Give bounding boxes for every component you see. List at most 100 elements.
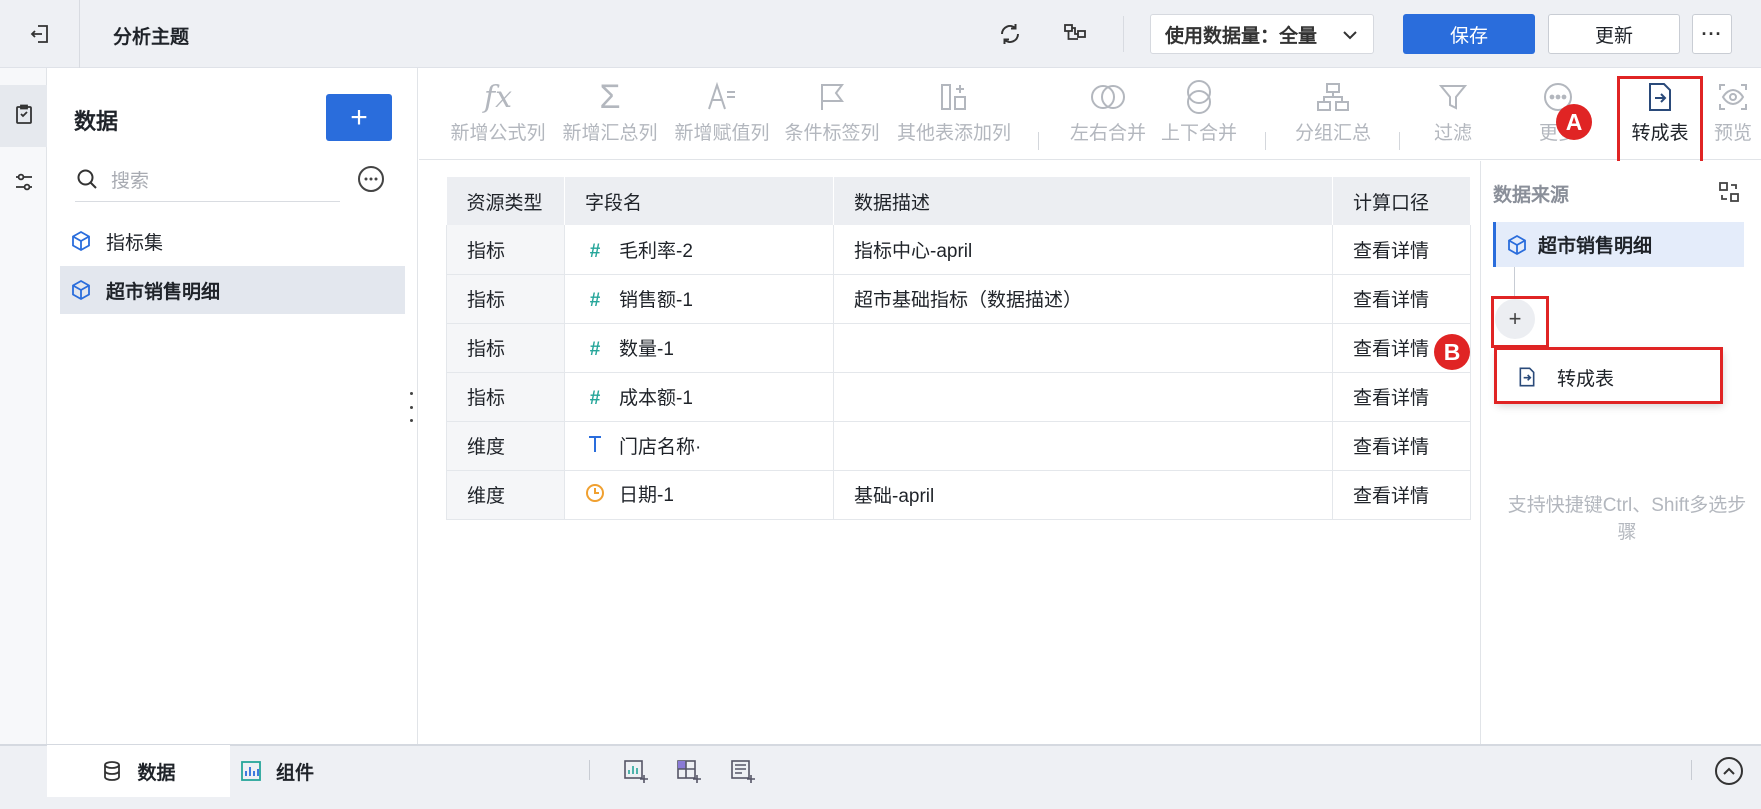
- step-connector: [1514, 267, 1515, 297]
- annotation-badge-a: A: [1556, 104, 1592, 140]
- tool-add-summary-column[interactable]: Σ 新增汇总列: [555, 76, 665, 156]
- table-row: 维度 日期-1 基础-april 查看详情: [446, 470, 1471, 520]
- view-detail-link[interactable]: 查看详情: [1332, 421, 1471, 471]
- data-usage-select[interactable]: 使用数据量：全量: [1150, 14, 1374, 54]
- add-data-button[interactable]: +: [326, 94, 392, 141]
- cube-icon: [70, 279, 92, 301]
- layout-toggle-icon[interactable]: [1714, 177, 1744, 207]
- source-step-label: 超市销售明细: [1538, 236, 1653, 257]
- tool-filter[interactable]: 过滤: [1423, 76, 1483, 156]
- field-name: 门店名称·: [619, 436, 702, 458]
- merge-vertical-icon: [1184, 76, 1214, 118]
- view-detail-link[interactable]: 查看详情: [1332, 372, 1471, 422]
- table-row: 指标 # 销售额-1 超市基础指标（数据描述） 查看详情: [446, 274, 1471, 324]
- tool-preview[interactable]: 预览: [1705, 76, 1761, 156]
- tool-label: 分组汇总: [1294, 123, 1371, 144]
- view-detail-link[interactable]: 查看详情: [1332, 225, 1471, 275]
- field-name-cell: # 销售额-1: [564, 274, 834, 324]
- description-cell: [833, 372, 1333, 422]
- tool-label: 新增汇总列: [562, 123, 658, 144]
- chart-icon: [240, 760, 262, 782]
- sigma-icon: Σ: [599, 77, 621, 116]
- tool-add-column-from-table[interactable]: 其他表添加列: [891, 76, 1017, 156]
- lineage-icon[interactable]: [1058, 17, 1092, 51]
- field-name-cell: 日期-1: [564, 470, 834, 520]
- resource-type-cell: 维度: [446, 470, 565, 520]
- number-icon: #: [589, 240, 601, 262]
- search-icon: [75, 167, 99, 196]
- formula-icon: fx: [483, 79, 513, 115]
- annotation-box-add: [1491, 296, 1549, 348]
- refresh-icon[interactable]: [993, 17, 1027, 51]
- toolbar-divider: [1265, 132, 1266, 150]
- annotation-box-menu: [1494, 347, 1723, 404]
- tree-item-supermarket-sales[interactable]: 超市销售明细: [60, 266, 405, 314]
- view-detail-link[interactable]: 查看详情: [1332, 274, 1471, 324]
- preview-icon: [1717, 76, 1749, 118]
- resource-type-cell: 指标: [446, 372, 565, 422]
- resource-type-cell: 指标: [446, 225, 565, 275]
- toolbar-divider: [1038, 132, 1039, 150]
- tool-add-assign-column[interactable]: 新增赋值列: [667, 76, 777, 156]
- tab-component[interactable]: 组件: [240, 745, 314, 797]
- tool-label: 上下合并: [1160, 123, 1237, 144]
- tool-label: 过滤: [1433, 123, 1472, 144]
- field-name: 毛利率-2: [619, 240, 693, 262]
- back-icon[interactable]: [22, 20, 58, 48]
- tool-label: 新增赋值列: [674, 123, 770, 144]
- resource-type-cell: 指标: [446, 323, 565, 373]
- tool-merge-horizontal[interactable]: 左右合并: [1058, 76, 1158, 156]
- table-header-row: 资源类型 字段名 数据描述 计算口径: [446, 177, 1471, 225]
- field-name: 数量-1: [619, 339, 674, 360]
- panel-resize-handle[interactable]: [406, 392, 416, 422]
- tool-add-formula-column[interactable]: fx 新增公式列: [443, 76, 553, 156]
- ellipsis-icon: ···: [1701, 23, 1723, 44]
- search-input[interactable]: [111, 170, 311, 193]
- description-cell: [833, 421, 1333, 471]
- update-button[interactable]: 更新: [1548, 14, 1680, 54]
- number-icon: #: [589, 338, 601, 360]
- search-more-icon[interactable]: [358, 166, 384, 192]
- field-name: 销售额-1: [619, 290, 693, 311]
- divider: [1691, 760, 1692, 780]
- tab-data[interactable]: 数据: [47, 745, 230, 797]
- resource-type-cell: 指标: [446, 274, 565, 324]
- field-name: 成本额-1: [619, 388, 693, 409]
- source-step-node[interactable]: 超市销售明细: [1493, 222, 1744, 267]
- field-name-cell: # 成本额-1: [564, 372, 834, 422]
- date-icon: [585, 483, 605, 509]
- filter-icon: [1438, 76, 1468, 118]
- database-icon: [101, 760, 123, 782]
- table-row: 维度 门店名称· 查看详情: [446, 421, 1471, 471]
- page-title: 分析主题: [113, 27, 190, 48]
- resource-type-cell: 维度: [446, 421, 565, 471]
- rail-settings-button[interactable]: [0, 153, 47, 215]
- save-button[interactable]: 保存: [1403, 14, 1535, 54]
- add-chart-icon[interactable]: [621, 756, 651, 786]
- add-table-icon[interactable]: [674, 756, 704, 786]
- tree-item-indicator-set[interactable]: 指标集: [60, 217, 405, 265]
- description-cell: 指标中心-april: [833, 225, 1333, 275]
- divider: [79, 0, 80, 68]
- view-detail-link[interactable]: 查看详情: [1332, 470, 1471, 520]
- more-options-button[interactable]: ···: [1692, 14, 1732, 54]
- merge-horizontal-icon: [1090, 76, 1126, 118]
- field-name-cell: # 数量-1: [564, 323, 834, 373]
- divider: [589, 760, 590, 780]
- description-cell: [833, 323, 1333, 373]
- number-icon: #: [589, 387, 601, 409]
- collapse-icon[interactable]: [1715, 757, 1743, 785]
- tree-item-label: 指标集: [106, 232, 164, 254]
- description-cell: 超市基础指标（数据描述）: [833, 274, 1333, 324]
- number-icon: #: [589, 289, 601, 311]
- tool-merge-vertical[interactable]: 上下合并: [1149, 76, 1249, 156]
- tool-group-summary[interactable]: 分组汇总: [1283, 76, 1383, 156]
- rail-data-button[interactable]: [0, 85, 47, 147]
- add-column-icon: [938, 76, 970, 118]
- tree-item-label: 超市销售明细: [106, 281, 221, 303]
- add-dashboard-icon[interactable]: [728, 756, 758, 786]
- column-header: 资源类型: [446, 177, 565, 225]
- tool-label: 条件标签列: [784, 123, 880, 144]
- tool-condition-tag-column[interactable]: 条件标签列: [779, 76, 885, 156]
- text-icon: [585, 435, 605, 459]
